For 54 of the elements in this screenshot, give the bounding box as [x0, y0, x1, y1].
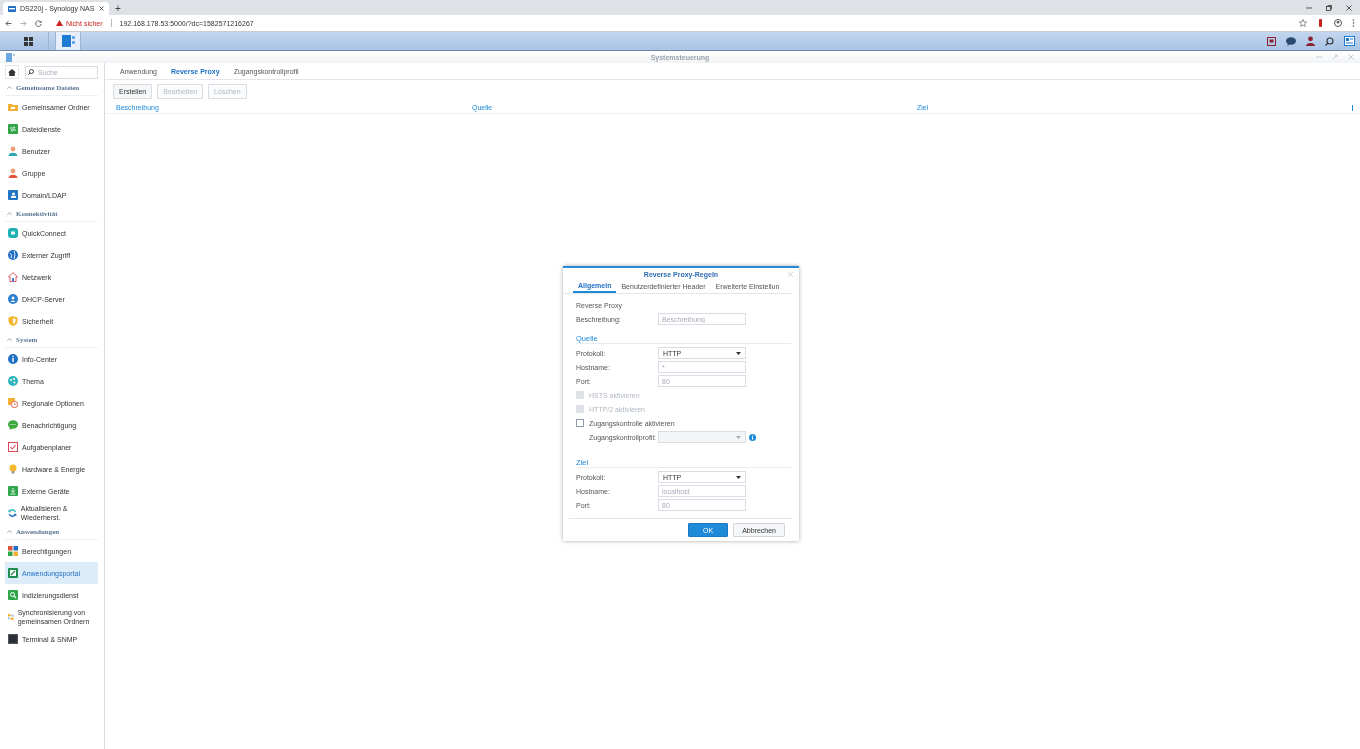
- reload-icon[interactable]: [35, 19, 42, 27]
- chevron-up-icon[interactable]: [7, 338, 12, 341]
- synology-logo-icon: [8, 5, 16, 12]
- arrows-icon: [8, 124, 18, 134]
- globe-icon: [8, 250, 18, 260]
- refresh-icon: [8, 508, 17, 518]
- chat-icon[interactable]: [1286, 36, 1296, 46]
- new-tab-button[interactable]: +: [115, 3, 121, 15]
- control-panel-icon: [6, 52, 15, 62]
- back-arrow-icon[interactable]: [5, 19, 12, 27]
- warning-icon: [56, 20, 63, 26]
- calendar-clock-icon: [8, 398, 18, 408]
- control-panel-icon: [61, 35, 75, 47]
- chevron-up-icon[interactable]: [7, 86, 12, 89]
- chevron-up-icon[interactable]: [7, 212, 12, 215]
- home-button[interactable]: [5, 65, 19, 79]
- calendar-check-icon: [8, 442, 18, 452]
- forward-arrow-icon[interactable]: [20, 19, 27, 27]
- portal-icon: [8, 568, 18, 578]
- chevron-up-icon[interactable]: [7, 530, 12, 533]
- contact-book-icon: [8, 190, 18, 200]
- minimize-icon[interactable]: [1306, 4, 1312, 11]
- menu-icon[interactable]: [1352, 19, 1355, 27]
- tiles-icon: [8, 546, 18, 556]
- shield-icon: [8, 316, 18, 326]
- download-icon: [8, 486, 18, 496]
- search-icon[interactable]: [1325, 36, 1334, 46]
- chat-bubble-icon: [8, 420, 18, 430]
- sync-folders-icon: [8, 612, 14, 622]
- notes-icon[interactable]: [1267, 36, 1276, 46]
- dropdown-arrow-icon: [736, 475, 741, 479]
- user-icon: [8, 168, 18, 178]
- widgets-icon[interactable]: [1344, 36, 1355, 46]
- light-bulb-icon: [8, 464, 18, 474]
- checkbox[interactable]: [576, 419, 584, 427]
- control-panel-taskbar-button[interactable]: [55, 32, 81, 50]
- search-icon: [28, 69, 34, 75]
- close-icon[interactable]: [99, 6, 104, 11]
- home-icon: [8, 68, 16, 76]
- search-icon: [8, 590, 18, 600]
- house-icon: [8, 272, 18, 282]
- close-icon[interactable]: [1346, 4, 1352, 11]
- user-icon: [8, 146, 18, 156]
- restore-icon[interactable]: [1326, 4, 1332, 11]
- terminal-icon: [8, 634, 18, 644]
- folder-icon: [8, 102, 18, 112]
- palette-icon: [8, 376, 18, 386]
- user-icon[interactable]: [1306, 36, 1315, 46]
- grid-icon: [23, 36, 33, 46]
- info-icon: [8, 354, 18, 364]
- star-icon[interactable]: [1299, 19, 1307, 27]
- dropdown-arrow-icon: [736, 351, 741, 355]
- profile-icon[interactable]: [1334, 19, 1342, 27]
- dropdown-arrow-icon: [736, 435, 741, 439]
